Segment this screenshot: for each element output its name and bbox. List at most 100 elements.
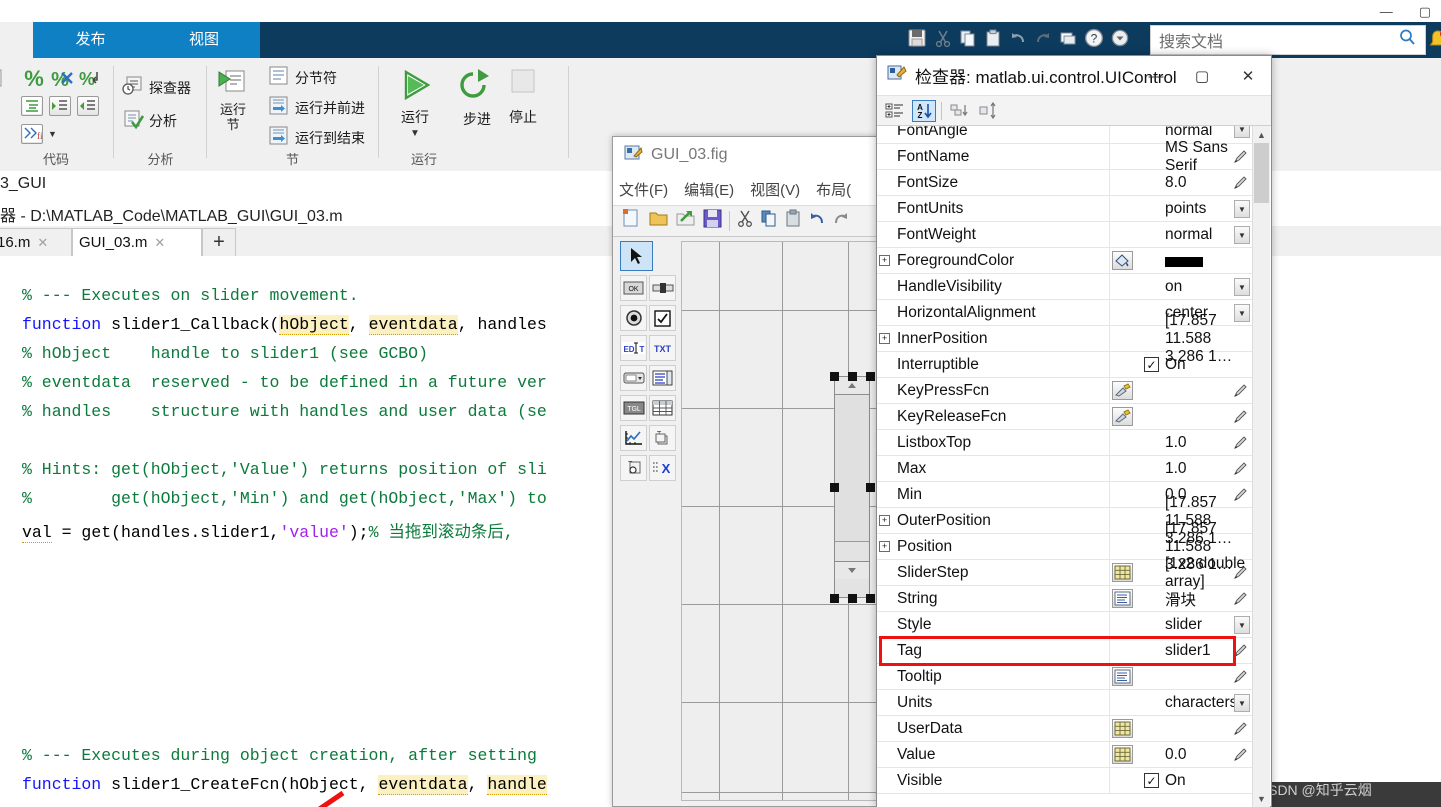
property-row[interactable]: FontWeight normal ▼ bbox=[877, 222, 1254, 248]
btn-insert-function[interactable]: fi ▼ bbox=[21, 124, 57, 144]
popup-menu-tool[interactable] bbox=[620, 365, 647, 391]
btn-comment[interactable]: ↵ bbox=[0, 68, 4, 91]
text-icon[interactable] bbox=[1112, 589, 1133, 608]
maximize-button[interactable]: ▢ bbox=[1419, 5, 1431, 18]
collapse-all-button[interactable] bbox=[976, 100, 1000, 122]
alphabetical-sort-button[interactable]: AZ bbox=[912, 99, 936, 122]
slider-thumb[interactable] bbox=[835, 396, 869, 542]
edit-pencil-icon[interactable] bbox=[1233, 383, 1248, 398]
undo-icon[interactable] bbox=[1008, 28, 1028, 53]
toggle-button-tool[interactable]: TGL bbox=[620, 395, 647, 421]
btn-run-to-end[interactable]: 运行到结束 bbox=[268, 126, 365, 149]
editor-tab-gui03m[interactable]: GUI_03.m ✕ bbox=[72, 228, 202, 256]
dropdown-arrow-icon[interactable]: ▼ bbox=[1234, 616, 1250, 634]
edit-pencil-icon[interactable] bbox=[1233, 435, 1248, 450]
property-row[interactable]: Max 1.0 bbox=[877, 456, 1254, 482]
table-tool[interactable] bbox=[649, 395, 676, 421]
property-row[interactable]: FontName MS Sans Serif bbox=[877, 139, 1254, 174]
redo-icon[interactable] bbox=[832, 209, 850, 233]
inspector-maximize-button[interactable]: ▢ bbox=[1179, 56, 1225, 96]
more-icon[interactable] bbox=[1110, 28, 1130, 53]
run-dropdown-arrow[interactable]: ▼ bbox=[410, 128, 420, 139]
property-row[interactable]: Tag slider1 bbox=[877, 638, 1254, 664]
select-arrow-tool[interactable] bbox=[620, 241, 653, 271]
btn-uncomment[interactable]: % bbox=[49, 66, 75, 93]
property-row[interactable]: Visible ✓ On bbox=[877, 768, 1254, 794]
activex-tool[interactable]: X bbox=[649, 455, 676, 481]
inspector-close-button[interactable]: ✕ bbox=[1225, 56, 1271, 96]
redo-icon[interactable] bbox=[1033, 28, 1053, 53]
search-input[interactable]: 搜索文档 bbox=[1150, 25, 1426, 55]
listbox-tool[interactable] bbox=[649, 365, 676, 391]
edit-pencil-icon[interactable] bbox=[1233, 669, 1248, 684]
dropdown-arrow-icon[interactable]: ▼ bbox=[1234, 278, 1250, 296]
btn-stop[interactable]: 停止 bbox=[506, 66, 540, 127]
tab-publish[interactable]: 发布 bbox=[33, 22, 148, 58]
undo-icon[interactable] bbox=[808, 209, 826, 233]
menu-layout[interactable]: 布局( bbox=[816, 179, 851, 200]
property-row[interactable]: String 滑块 bbox=[877, 586, 1254, 612]
property-row[interactable]: Style slider ▼ bbox=[877, 612, 1254, 638]
property-row[interactable]: FontSize 8.0 bbox=[877, 170, 1254, 196]
panel-tool[interactable]: T bbox=[649, 425, 676, 451]
edit-pencil-icon[interactable] bbox=[1233, 747, 1248, 762]
expand-icon[interactable]: + bbox=[879, 333, 890, 344]
edit-pencil-icon[interactable] bbox=[1233, 461, 1248, 476]
notification-bell-icon[interactable] bbox=[1427, 28, 1441, 57]
paint-bucket-icon[interactable] bbox=[1112, 251, 1133, 270]
array-icon[interactable] bbox=[1112, 719, 1133, 738]
inspector-scrollbar[interactable]: ▲ ▼ bbox=[1252, 126, 1270, 807]
guide-layout-canvas[interactable] bbox=[681, 241, 881, 801]
selection-handle[interactable] bbox=[830, 372, 839, 381]
btn-profiler[interactable]: 探查器 bbox=[122, 75, 191, 100]
btn-wrap-comment[interactable]: % bbox=[77, 66, 103, 93]
property-checkbox[interactable]: ✓ bbox=[1144, 357, 1159, 372]
save-icon[interactable] bbox=[906, 27, 928, 54]
selection-handle[interactable] bbox=[848, 372, 857, 381]
check-box-tool[interactable] bbox=[649, 305, 676, 331]
expand-all-button[interactable] bbox=[947, 100, 971, 122]
property-list[interactable]: FontAngle normal ▼ FontName MS Sans Serif Fon… bbox=[877, 126, 1254, 807]
edit-pencil-icon[interactable] bbox=[1233, 591, 1248, 606]
btn-increase-indent[interactable] bbox=[49, 96, 71, 116]
open-icon[interactable] bbox=[648, 208, 669, 234]
slider-down-arrow[interactable] bbox=[835, 561, 869, 579]
dropdown-arrow-icon[interactable]: ▼ bbox=[1234, 226, 1250, 244]
paste-icon[interactable] bbox=[784, 209, 802, 233]
dropdown-arrow-icon[interactable]: ▼ bbox=[1234, 200, 1250, 218]
export-icon[interactable] bbox=[675, 208, 696, 234]
selection-handle[interactable] bbox=[830, 483, 839, 492]
property-row[interactable]: Interruptible ✓ On bbox=[877, 352, 1254, 378]
property-row[interactable]: SliderStep [1x2 double array] bbox=[877, 555, 1254, 590]
paste-icon[interactable] bbox=[983, 28, 1003, 53]
property-row[interactable]: + InnerPosition [17.857 11.588 3.286 1… bbox=[877, 312, 1254, 365]
property-row[interactable]: FontUnits points ▼ bbox=[877, 196, 1254, 222]
property-row[interactable]: Tooltip bbox=[877, 664, 1254, 690]
scroll-down-arrow[interactable]: ▼ bbox=[1253, 790, 1270, 807]
edit-pencil-icon[interactable] bbox=[1233, 721, 1248, 736]
function-handle-icon[interactable] bbox=[1112, 407, 1133, 426]
property-row[interactable]: Value 0.0 bbox=[877, 742, 1254, 768]
copy-icon[interactable] bbox=[958, 28, 978, 53]
push-button-tool[interactable]: OK bbox=[620, 275, 647, 301]
selection-handle[interactable] bbox=[866, 594, 875, 603]
btn-decrease-indent[interactable] bbox=[77, 96, 99, 116]
edit-pencil-icon[interactable] bbox=[1233, 149, 1248, 164]
array-icon[interactable] bbox=[1112, 563, 1133, 582]
expand-icon[interactable]: + bbox=[879, 515, 890, 526]
close-icon[interactable]: ✕ bbox=[154, 235, 165, 251]
insert-function-dropdown-arrow[interactable]: ▼ bbox=[48, 129, 57, 139]
property-checkbox[interactable]: ✓ bbox=[1144, 773, 1159, 788]
close-icon[interactable]: ✕ bbox=[37, 235, 48, 251]
property-row[interactable]: Units characters ▼ bbox=[877, 690, 1254, 716]
new-tab-button[interactable]: + bbox=[202, 228, 236, 256]
btn-run-and-advance[interactable]: 运行并前进 bbox=[268, 96, 365, 119]
tab-view[interactable]: 视图 bbox=[148, 22, 260, 58]
property-row[interactable]: HandleVisibility on ▼ bbox=[877, 274, 1254, 300]
selection-handle[interactable] bbox=[866, 372, 875, 381]
copy-icon[interactable] bbox=[760, 209, 778, 233]
dropdown-arrow-icon[interactable]: ▼ bbox=[1234, 694, 1250, 712]
slider-control[interactable] bbox=[834, 376, 870, 598]
edit-pencil-icon[interactable] bbox=[1233, 409, 1248, 424]
property-row[interactable]: ListboxTop 1.0 bbox=[877, 430, 1254, 456]
